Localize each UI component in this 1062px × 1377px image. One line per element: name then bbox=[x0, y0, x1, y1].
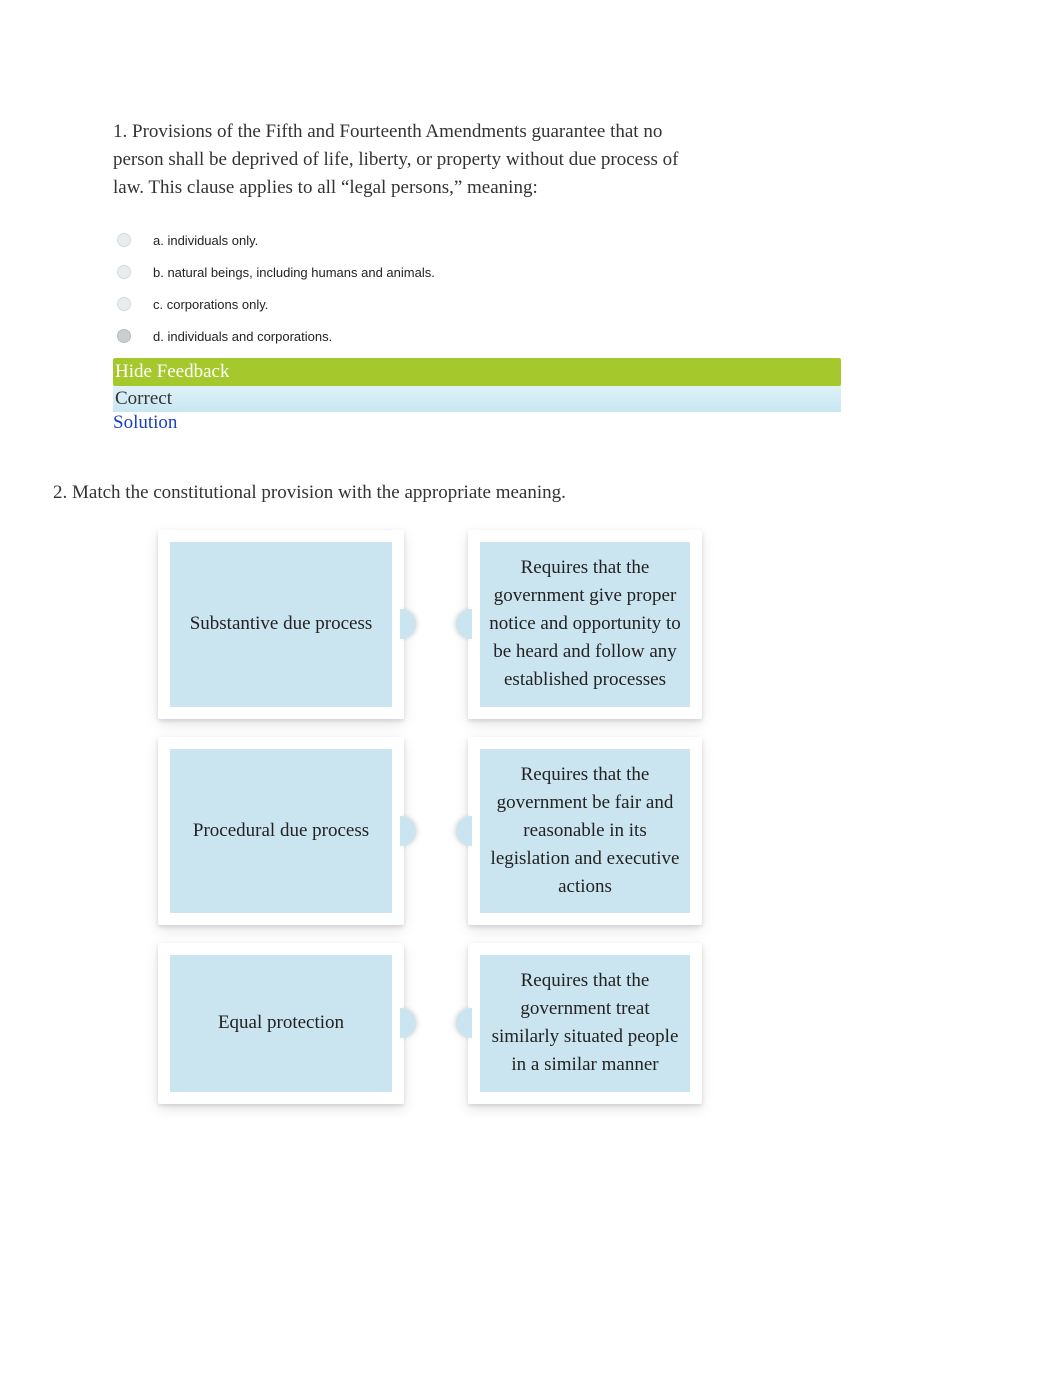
question-1-options: a. individuals only. b. natural beings, … bbox=[113, 224, 841, 352]
match-row: Substantive due process Requires that th… bbox=[158, 530, 730, 719]
radio-icon-selected[interactable] bbox=[117, 329, 131, 343]
match-definition-card[interactable]: Requires that the government be fair and… bbox=[468, 737, 702, 926]
match-definition-card[interactable]: Requires that the government give proper… bbox=[468, 530, 702, 719]
connector-peg-in-icon bbox=[456, 1008, 472, 1038]
option-d-label: d. individuals and corporations. bbox=[153, 329, 332, 344]
connector-peg-out-icon bbox=[400, 609, 416, 639]
hide-feedback-button[interactable]: Hide Feedback bbox=[113, 358, 841, 386]
match-term-label: Substantive due process bbox=[170, 542, 392, 707]
option-b-label: b. natural beings, including humans and … bbox=[153, 265, 435, 280]
match-term-card[interactable]: Procedural due process bbox=[158, 737, 404, 926]
match-term-label: Equal protection bbox=[170, 955, 392, 1091]
option-a-row[interactable]: a. individuals only. bbox=[113, 224, 841, 256]
match-term-label: Procedural due process bbox=[170, 749, 392, 914]
match-row: Equal protection Requires that the gover… bbox=[158, 943, 730, 1103]
feedback-status: Correct bbox=[113, 386, 841, 412]
connector-peg-out-icon bbox=[400, 1008, 416, 1038]
match-definition-label: Requires that the government be fair and… bbox=[480, 749, 690, 914]
option-a-label: a. individuals only. bbox=[153, 233, 258, 248]
option-c-label: c. corporations only. bbox=[153, 297, 268, 312]
radio-icon[interactable] bbox=[117, 233, 131, 247]
option-c-row[interactable]: c. corporations only. bbox=[113, 288, 841, 320]
question-1-prompt: 1. Provisions of the Fifth and Fourteent… bbox=[113, 118, 679, 202]
option-b-row[interactable]: b. natural beings, including humans and … bbox=[113, 256, 841, 288]
question-2-match-grid: Substantive due process Requires that th… bbox=[158, 530, 730, 1104]
option-d-row[interactable]: d. individuals and corporations. bbox=[113, 320, 841, 352]
solution-link[interactable]: Solution bbox=[113, 412, 841, 434]
match-term-card[interactable]: Substantive due process bbox=[158, 530, 404, 719]
connector-peg-in-icon bbox=[456, 816, 472, 846]
match-row: Procedural due process Requires that the… bbox=[158, 737, 730, 926]
radio-icon[interactable] bbox=[117, 265, 131, 279]
match-definition-card[interactable]: Requires that the government treat simil… bbox=[468, 943, 702, 1103]
match-term-card[interactable]: Equal protection bbox=[158, 943, 404, 1103]
question-1: 1. Provisions of the Fifth and Fourteent… bbox=[113, 118, 841, 434]
question-2-prompt: 2. Match the constitutional provision wi… bbox=[53, 482, 566, 504]
match-definition-label: Requires that the government give proper… bbox=[480, 542, 690, 707]
connector-peg-out-icon bbox=[400, 816, 416, 846]
connector-peg-in-icon bbox=[456, 609, 472, 639]
radio-icon[interactable] bbox=[117, 297, 131, 311]
match-definition-label: Requires that the government treat simil… bbox=[480, 955, 690, 1091]
